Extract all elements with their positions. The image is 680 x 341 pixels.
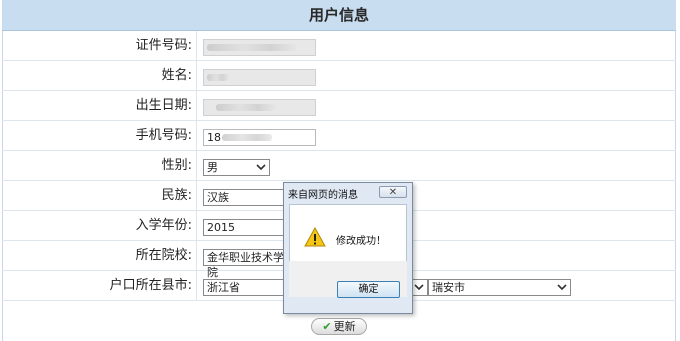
phone-field[interactable]: 18 <box>203 129 316 146</box>
check-icon: ✔ <box>322 320 332 333</box>
chevron-down-icon <box>256 164 266 171</box>
gender-value: 男 <box>207 161 218 174</box>
row-name: 姓名: <box>2 61 676 91</box>
school-label: 所在院校: <box>2 241 197 270</box>
id-number-label: 证件号码: <box>2 31 197 60</box>
enroll-year-select[interactable]: 2015 <box>203 219 293 236</box>
close-icon: ✕ <box>388 187 398 198</box>
row-phone: 手机号码: 18 <box>2 121 676 151</box>
page-title: 用户信息 <box>2 0 676 31</box>
name-field <box>203 69 316 86</box>
phone-label: 手机号码: <box>2 121 197 150</box>
enroll-year-label: 入学年份: <box>2 211 197 240</box>
gender-label: 性别: <box>2 151 197 180</box>
province-value: 浙江省 <box>207 281 240 294</box>
row-gender: 性别: 男 <box>2 151 676 181</box>
enroll-year-value: 2015 <box>207 221 235 234</box>
city-value: 瑞安市 <box>432 281 465 294</box>
province-select[interactable]: 浙江省 <box>203 279 293 296</box>
hukou-label: 户口所在县市: <box>2 271 197 300</box>
birth-date-field <box>203 99 316 116</box>
row-birth-date: 出生日期: <box>2 91 676 121</box>
redacted-value <box>222 134 272 141</box>
id-number-field <box>203 39 316 56</box>
dialog-title: 来自网页的消息 <box>288 190 358 201</box>
redacted-value <box>207 44 297 51</box>
ethnicity-select[interactable]: 汉族 <box>203 189 293 206</box>
ok-label: 确定 <box>358 284 379 295</box>
close-button[interactable]: ✕ <box>379 186 407 198</box>
ok-button[interactable]: 确定 <box>337 281 400 298</box>
update-label: 更新 <box>333 320 356 333</box>
gender-select[interactable]: 男 <box>203 159 270 176</box>
redacted-value <box>207 74 229 81</box>
dialog-message: 修改成功！ <box>336 236 386 247</box>
update-button[interactable]: ✔ 更新 <box>311 318 367 335</box>
phone-value: 18 <box>207 131 221 144</box>
school-select[interactable]: 金华职业技术学院 <box>203 249 293 279</box>
redacted-value <box>216 104 276 111</box>
row-id-number: 证件号码: <box>2 31 676 61</box>
ethnicity-label: 民族: <box>2 181 197 210</box>
chevron-down-icon <box>557 284 567 291</box>
chevron-down-icon <box>414 284 424 291</box>
ethnicity-value: 汉族 <box>207 191 229 204</box>
birth-date-label: 出生日期: <box>2 91 197 120</box>
name-label: 姓名: <box>2 61 197 90</box>
warning-icon <box>304 227 326 247</box>
city-select[interactable]: 瑞安市 <box>428 279 571 296</box>
